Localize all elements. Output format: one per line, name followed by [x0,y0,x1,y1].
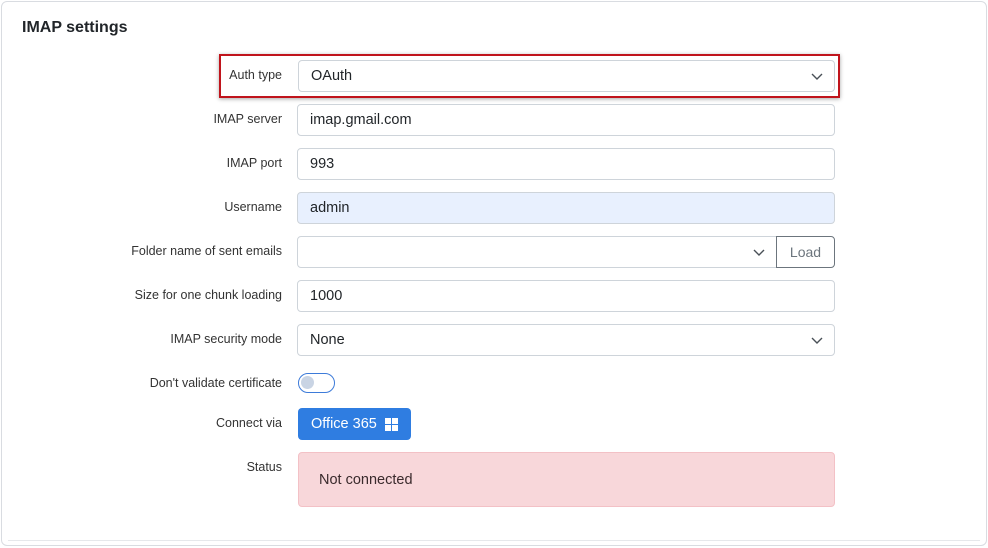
imap-server-input[interactable]: imap.gmail.com [297,104,835,136]
security-mode-label: IMAP security mode [170,332,282,346]
windows-icon [385,418,398,431]
chunk-size-value: 1000 [310,288,343,304]
chunk-size-input[interactable]: 1000 [297,280,835,312]
load-folders-button[interactable]: Load [776,236,835,268]
chevron-down-icon [811,337,823,344]
auth-type-value: OAuth [311,68,353,84]
security-mode-value: None [310,332,345,348]
security-mode-select[interactable]: None [297,324,835,356]
toggle-knob [301,376,314,389]
imap-server-label: IMAP server [213,112,282,126]
imap-port-label: IMAP port [226,156,282,170]
imap-port-value: 993 [310,156,335,172]
username-label: Username [224,200,282,214]
imap-port-input[interactable]: 993 [297,148,835,180]
card-title: IMAP settings [22,19,128,36]
username-input[interactable]: admin [297,192,835,224]
sent-folder-select[interactable] [297,236,777,268]
auth-type-label: Auth type [229,68,282,82]
sent-folder-label: Folder name of sent emails [131,244,282,258]
chevron-down-icon [811,73,823,80]
chunk-size-label: Size for one chunk loading [134,288,282,302]
status-label: Status [246,460,282,474]
auth-type-select[interactable]: OAuth [298,60,835,92]
validate-cert-toggle[interactable] [298,373,335,393]
chevron-down-icon [753,249,765,256]
status-value: Not connected [319,472,413,488]
office-365-button[interactable]: Office 365 [298,408,411,440]
connect-via-label: Connect via [215,416,282,430]
card-divider [8,540,980,541]
office-365-label: Office 365 [311,416,377,432]
username-value: admin [310,200,350,216]
imap-server-value: imap.gmail.com [310,112,412,128]
status-alert: Not connected [298,452,835,507]
validate-cert-label: Don't validate certificate [149,376,282,390]
